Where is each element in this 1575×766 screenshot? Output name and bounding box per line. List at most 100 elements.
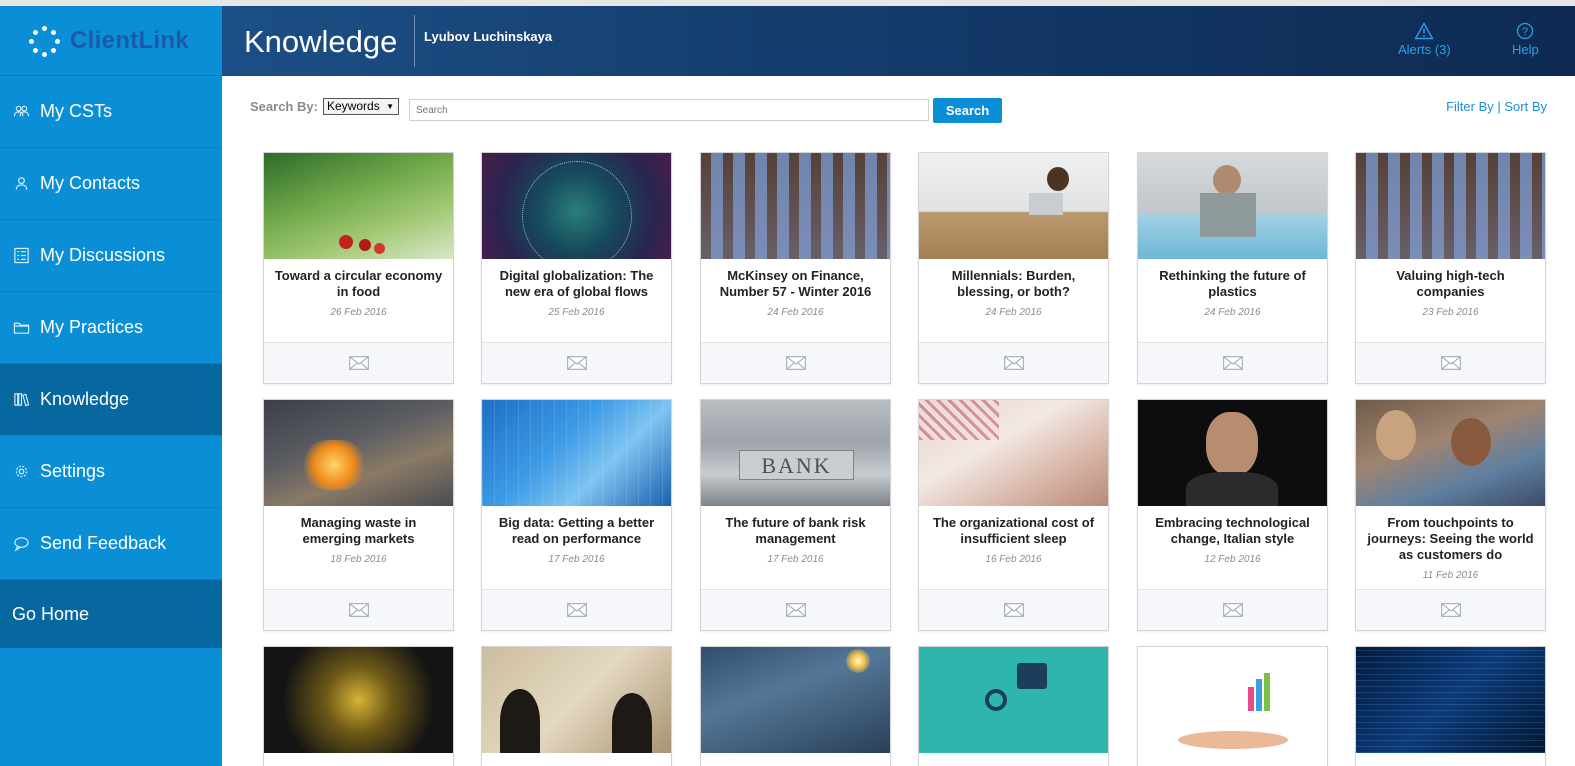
card-footer bbox=[919, 589, 1108, 630]
app-logo[interactable]: ClientLink bbox=[0, 6, 222, 76]
article-card[interactable] bbox=[700, 646, 891, 766]
card-footer bbox=[1356, 589, 1545, 630]
email-icon[interactable] bbox=[1440, 603, 1461, 617]
search-input[interactable] bbox=[409, 99, 929, 121]
article-date: 11 Feb 2016 bbox=[1422, 570, 1479, 581]
card-footer bbox=[264, 342, 453, 383]
email-icon[interactable] bbox=[348, 356, 369, 370]
go-home-button[interactable]: Go Home bbox=[0, 580, 222, 648]
article-card[interactable] bbox=[1355, 646, 1546, 766]
article-card[interactable] bbox=[263, 646, 454, 766]
article-card[interactable]: Embracing technological change, Italian … bbox=[1137, 399, 1328, 631]
article-title: Digital globalization: The new era of gl… bbox=[499, 268, 654, 299]
sidebar-item-label: Knowledge bbox=[40, 389, 130, 409]
books-icon bbox=[12, 391, 30, 409]
article-card[interactable]: Digital globalization: The new era of gl… bbox=[481, 152, 672, 384]
alerts-label: Alerts (3) bbox=[1398, 42, 1451, 57]
article-title: Millennials: Burden, blessing, or both? bbox=[951, 268, 1076, 299]
page-header: Knowledge Lyubov Luchinskaya Alerts (3) … bbox=[222, 6, 1575, 76]
people-icon bbox=[12, 103, 30, 121]
article-card[interactable]: From touchpoints to journeys: Seeing the… bbox=[1355, 399, 1546, 631]
sidebar-item-send-feedback[interactable]: Send Feedback bbox=[0, 508, 222, 580]
article-title: Embracing technological change, Italian … bbox=[1155, 515, 1310, 546]
email-icon[interactable] bbox=[348, 603, 369, 617]
article-card[interactable] bbox=[481, 646, 672, 766]
card-footer bbox=[482, 589, 671, 630]
search-mode-select[interactable]: Keywords ▼ bbox=[323, 98, 399, 115]
email-icon[interactable] bbox=[1222, 603, 1243, 617]
email-icon[interactable] bbox=[566, 603, 587, 617]
checklist-icon bbox=[12, 247, 30, 265]
article-card[interactable]: Valuing high-tech companies 23 Feb 2016 bbox=[1355, 152, 1546, 384]
help-icon: ? bbox=[1517, 22, 1534, 40]
sidebar-item-my-discussions[interactable]: My Discussions bbox=[0, 220, 222, 292]
filter-by-link[interactable]: Filter By bbox=[1446, 99, 1494, 114]
gear-icon bbox=[12, 463, 30, 481]
article-card[interactable]: McKinsey on Finance, Number 57 - Winter … bbox=[700, 152, 891, 384]
article-card[interactable]: Big data: Getting a better read on perfo… bbox=[481, 399, 672, 631]
sidebar-item-my-practices[interactable]: My Practices bbox=[0, 292, 222, 364]
sort-by-link[interactable]: Sort By bbox=[1504, 99, 1547, 114]
sidebar-item-my-csts[interactable]: My CSTs bbox=[0, 76, 222, 148]
email-icon[interactable] bbox=[1440, 356, 1461, 370]
email-icon[interactable] bbox=[1222, 356, 1243, 370]
article-card[interactable] bbox=[1137, 646, 1328, 766]
article-date: 24 Feb 2016 bbox=[1204, 307, 1261, 318]
card-footer bbox=[919, 342, 1108, 383]
article-date: 16 Feb 2016 bbox=[985, 554, 1042, 565]
sidebar-item-knowledge[interactable]: Knowledge bbox=[0, 364, 222, 436]
link-separator: | bbox=[1497, 99, 1501, 114]
sidebar-item-my-contacts[interactable]: My Contacts bbox=[0, 148, 222, 220]
email-icon[interactable] bbox=[785, 603, 806, 617]
card-footer bbox=[1138, 589, 1327, 630]
sidebar-item-settings[interactable]: Settings bbox=[0, 436, 222, 508]
svg-text:?: ? bbox=[1522, 26, 1528, 38]
article-thumbnail-abacus bbox=[1356, 153, 1545, 259]
logo-text: ClientLink bbox=[70, 26, 190, 54]
article-thumbnail-bank: BANK bbox=[701, 400, 890, 506]
article-thumbnail-puzzle bbox=[1356, 647, 1545, 753]
card-footer bbox=[701, 342, 890, 383]
article-title: Toward a circular economy in food bbox=[274, 268, 443, 299]
article-thumbnail-sparkler bbox=[701, 647, 890, 753]
sidebar-item-label: My Contacts bbox=[40, 173, 141, 193]
article-date: 17 Feb 2016 bbox=[767, 554, 824, 565]
article-thumbnail-abacus bbox=[701, 153, 890, 259]
person-icon bbox=[12, 175, 30, 193]
dropdown-arrow-icon: ▼ bbox=[386, 102, 394, 111]
article-title: The future of bank risk management bbox=[725, 515, 866, 546]
article-thumbnail-strawberries bbox=[264, 153, 453, 259]
warning-icon bbox=[1414, 22, 1435, 40]
article-card[interactable]: Millennials: Burden, blessing, or both? … bbox=[918, 152, 1109, 384]
article-thumbnail-lock-key bbox=[919, 647, 1108, 753]
sidebar-item-label: My CSTs bbox=[40, 101, 112, 121]
card-footer bbox=[1356, 342, 1545, 383]
sidebar-item-label: Settings bbox=[40, 461, 106, 481]
email-icon[interactable] bbox=[785, 356, 806, 370]
go-home-label: Go Home bbox=[12, 603, 90, 624]
alerts-button[interactable]: Alerts (3) bbox=[1398, 22, 1451, 57]
article-card[interactable]: Toward a circular economy in food 26 Feb… bbox=[263, 152, 454, 384]
search-button[interactable]: Search bbox=[933, 98, 1002, 123]
article-thumbnail-hand-diagram bbox=[1138, 647, 1327, 753]
article-title: The organizational cost of insufficient … bbox=[932, 515, 1095, 546]
article-title: From touchpoints to journeys: Seeing the… bbox=[1367, 515, 1534, 562]
article-card[interactable]: BANK The future of bank risk management … bbox=[700, 399, 891, 631]
clientlink-logo-icon bbox=[28, 24, 62, 58]
email-icon[interactable] bbox=[1003, 603, 1024, 617]
article-thumbnail-plastics bbox=[1138, 153, 1327, 259]
search-mode-value: Keywords bbox=[327, 99, 380, 113]
search-bar: Search By: Keywords ▼ Search Filter By |… bbox=[222, 76, 1575, 138]
article-card[interactable]: Rethinking the future of plastics 24 Feb… bbox=[1137, 152, 1328, 384]
help-button[interactable]: ? Help bbox=[1512, 22, 1539, 57]
article-card[interactable]: Managing waste in emerging markets 18 Fe… bbox=[263, 399, 454, 631]
user-name: Lyubov Luchinskaya bbox=[424, 29, 553, 44]
article-card[interactable] bbox=[918, 646, 1109, 766]
article-date: 24 Feb 2016 bbox=[985, 307, 1042, 318]
article-card[interactable]: The organizational cost of insufficient … bbox=[918, 399, 1109, 631]
email-icon[interactable] bbox=[1003, 356, 1024, 370]
article-thumbnail-office bbox=[919, 153, 1108, 259]
email-icon[interactable] bbox=[566, 356, 587, 370]
article-date: 23 Feb 2016 bbox=[1422, 307, 1479, 318]
article-thumbnail-clock-silhouettes bbox=[482, 647, 671, 753]
